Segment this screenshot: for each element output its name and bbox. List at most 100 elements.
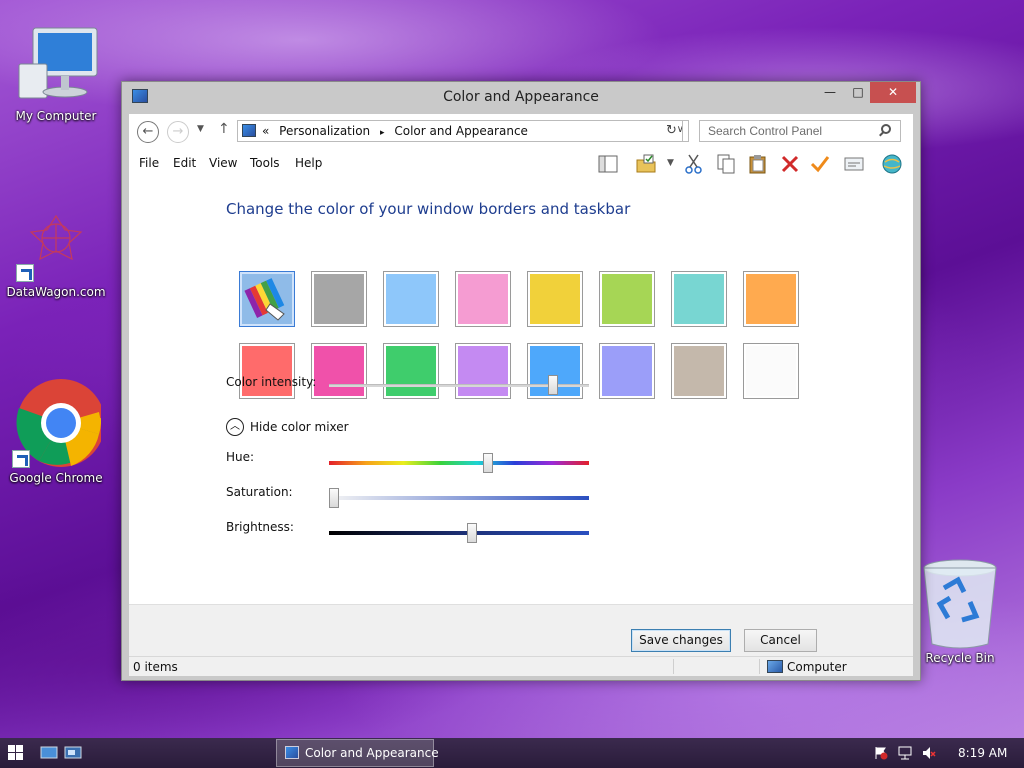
desktop-icon-recycle-bin[interactable]: Recycle Bin	[910, 558, 1010, 665]
color-swatch-lavender[interactable]	[455, 343, 511, 399]
menu-edit[interactable]: Edit	[173, 156, 196, 170]
swatch-fill	[386, 274, 436, 324]
properties-icon[interactable]	[843, 153, 865, 175]
saturation-slider-thumb[interactable]	[329, 488, 339, 508]
recycle-bin-icon	[923, 559, 997, 649]
color-swatch-pink[interactable]	[455, 271, 511, 327]
color-swatch-magenta[interactable]	[311, 343, 367, 399]
swatch-fill	[458, 274, 508, 324]
breadcrumb-personalization[interactable]: Personalization	[279, 124, 370, 138]
hue-slider-thumb[interactable]	[482, 453, 493, 473]
back-button[interactable]: ←	[137, 121, 159, 143]
breadcrumb-separator[interactable]: ▸	[380, 128, 385, 138]
color-swatch-lime[interactable]	[599, 271, 655, 327]
search-input[interactable]	[699, 120, 901, 142]
close-button[interactable]: ✕	[870, 82, 916, 103]
color-swatch-sky-blue[interactable]	[383, 271, 439, 327]
swatch-fill	[314, 274, 364, 324]
delete-icon[interactable]	[779, 153, 801, 175]
swatch-fill	[674, 274, 724, 324]
color-swatch-white[interactable]	[743, 343, 799, 399]
minimize-button[interactable]: —	[816, 82, 844, 103]
search-icon[interactable]	[881, 124, 891, 134]
window-title: Color and Appearance	[443, 89, 599, 105]
taskbar-item-color-and-appearance[interactable]: Color and Appearance	[276, 739, 439, 767]
breadcrumb-prefix[interactable]: «	[262, 124, 269, 138]
window-titlebar[interactable]: Color and Appearance — □ ✕	[122, 82, 920, 114]
color-swatch-taupe[interactable]	[671, 343, 727, 399]
checkmark-icon[interactable]	[809, 153, 831, 175]
saturation-track[interactable]	[329, 496, 589, 500]
color-swatch-gray[interactable]	[311, 271, 367, 327]
datawagon-logo-icon	[29, 214, 83, 261]
menu-file[interactable]: File	[139, 156, 159, 170]
switch-windows-icon[interactable]	[64, 746, 82, 760]
color-swatch-automatic[interactable]	[239, 271, 295, 327]
brightness-track[interactable]	[329, 531, 589, 535]
web-globe-icon[interactable]	[881, 153, 903, 175]
cut-icon[interactable]	[683, 153, 705, 175]
toolbar-dropdown-chevron-icon[interactable]: ▼	[667, 158, 674, 168]
item-count: 0 items	[133, 660, 178, 674]
swatch-fill	[674, 346, 724, 396]
desktop-icon-google-chrome[interactable]: Google Chrome	[6, 378, 106, 485]
maximize-button[interactable]: □	[844, 82, 872, 103]
windows-start-icon[interactable]	[8, 745, 24, 761]
color-intensity-slider-thumb[interactable]	[547, 375, 558, 395]
save-changes-button[interactable]: Save changes	[631, 629, 731, 652]
control-panel-icon	[242, 124, 256, 137]
menu-toolbar: File Edit View Tools Help ▼	[129, 148, 913, 178]
network-icon[interactable]	[898, 746, 912, 760]
cancel-button[interactable]: Cancel	[744, 629, 817, 652]
color-swatch-periwinkle[interactable]	[599, 343, 655, 399]
hue-label: Hue:	[226, 450, 255, 464]
content-area: Change the color of your window borders …	[129, 178, 913, 604]
swatch-fill	[458, 346, 508, 396]
action-center-flag-icon[interactable]	[874, 746, 888, 760]
color-swatch-orange[interactable]	[743, 271, 799, 327]
color-swatch-yellow[interactable]	[527, 271, 583, 327]
hide-color-mixer-label: Hide color mixer	[250, 420, 349, 434]
taskbar-clock[interactable]: 8:19 AM	[958, 746, 1007, 760]
computer-icon	[767, 660, 783, 673]
status-separator	[759, 659, 760, 674]
swatch-fill	[602, 346, 652, 396]
desktop-icon-label: My Computer	[15, 109, 97, 123]
desktop-icon-datawagon[interactable]: DataWagon.com	[6, 208, 106, 299]
brightness-slider-thumb[interactable]	[467, 523, 477, 543]
recent-pages-chevron-icon[interactable]: ▼	[197, 124, 204, 134]
layout-pane-icon[interactable]	[597, 153, 619, 175]
desktop-icon-label: Recycle Bin	[925, 651, 995, 665]
menu-tools[interactable]: Tools	[250, 156, 280, 170]
paste-icon[interactable]	[747, 153, 769, 175]
taskbar: Color and Appearance 8:19 AM	[0, 738, 1024, 768]
up-arrow-icon[interactable]: ↑	[218, 121, 230, 137]
color-swatch-red[interactable]	[239, 343, 295, 399]
show-desktop-icon[interactable]	[40, 746, 58, 760]
address-bar[interactable]: « Personalization ▸ Color and Appearance…	[237, 120, 689, 142]
hue-track[interactable]	[329, 461, 589, 465]
hide-color-mixer-toggle[interactable]: ︿ Hide color mixer	[226, 418, 356, 438]
window-client: ← → ▼ ↑ « Personalization ▸ Color and Ap…	[129, 114, 913, 676]
color-intensity-label: Color intensity:	[226, 375, 317, 389]
breadcrumb-color-and-appearance[interactable]: Color and Appearance	[394, 124, 528, 138]
volume-muted-icon[interactable]	[922, 746, 936, 760]
status-bar: 0 items Computer	[129, 656, 913, 676]
breadcrumb: « Personalization ▸ Color and Appearance	[262, 124, 534, 138]
desktop-icon-label: DataWagon.com	[6, 285, 106, 299]
folder-options-icon[interactable]	[635, 153, 657, 175]
copy-icon[interactable]	[715, 153, 737, 175]
color-swatch-green[interactable]	[383, 343, 439, 399]
color-and-appearance-window: Color and Appearance — □ ✕ ← → ▼ ↑ « Per…	[121, 81, 921, 681]
desktop-icon-my-computer[interactable]: My Computer	[6, 24, 106, 123]
menu-help[interactable]: Help	[295, 156, 322, 170]
taskbar-item-label: Color and Appearance	[305, 746, 439, 760]
refresh-button[interactable]: ↻	[661, 120, 683, 142]
status-location: Computer	[787, 660, 847, 674]
color-swatch-teal[interactable]	[671, 271, 727, 327]
menu-view[interactable]: View	[209, 156, 237, 170]
forward-button[interactable]: →	[167, 121, 189, 143]
shortcut-arrow-icon	[16, 264, 34, 282]
desktop-icon-label: Google Chrome	[9, 471, 103, 485]
navigation-bar: ← → ▼ ↑ « Personalization ▸ Color and Ap…	[129, 114, 913, 148]
